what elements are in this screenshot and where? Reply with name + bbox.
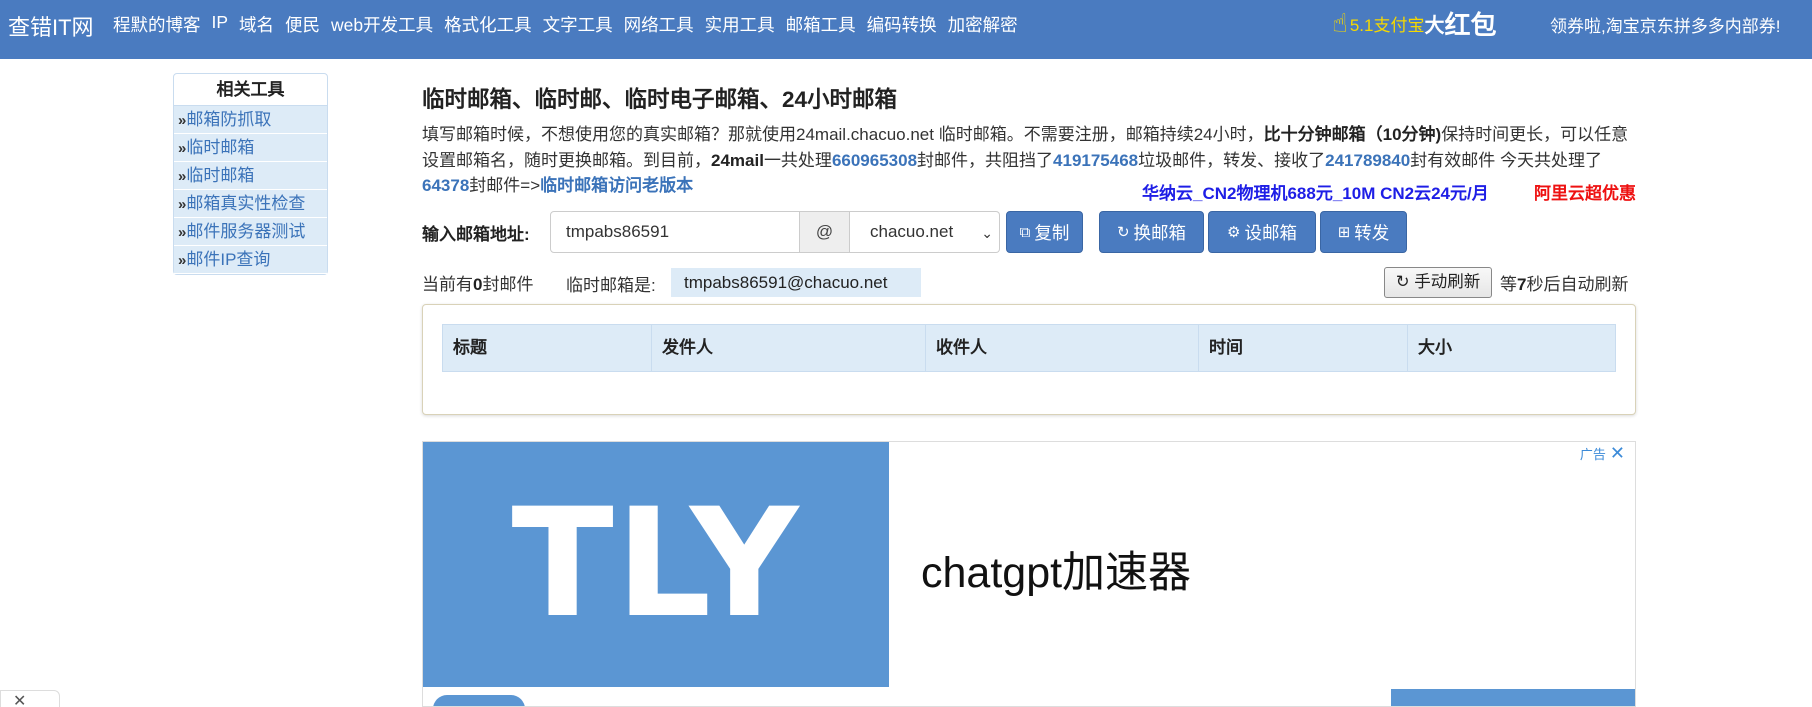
related-tools-sidebar: 相关工具 »邮箱防抓取 »临时邮箱 »临时邮箱 »邮箱真实性检查 »邮件服务器测… [173, 73, 328, 275]
ad-banner[interactable]: TLY chatgpt加速器 广告 ✕ [422, 441, 1636, 707]
sidebar-item-label[interactable]: 邮件服务器测试 [186, 222, 305, 241]
mail-count: 当前有0封邮件 [422, 270, 533, 295]
nav-link-utility[interactable]: 实用工具 [705, 12, 775, 37]
coupon-link[interactable]: 领券啦,淘宝京东拼多多内部券! [1550, 12, 1780, 37]
mail-list-panel: 标题 发件人 收件人 时间 大小 [422, 304, 1636, 415]
nav-link-convenience[interactable]: 便民 [285, 12, 320, 37]
sidebar-item-label[interactable]: 临时邮箱 [186, 166, 254, 185]
plus-square-icon: ⊞ [1337, 224, 1351, 241]
nav-link-domain[interactable]: 域名 [239, 12, 274, 37]
at-sign: @ [800, 211, 850, 253]
copy-button[interactable]: ⧉ 复制 [1006, 211, 1083, 253]
close-icon[interactable]: ✕ [1610, 443, 1625, 464]
aliyun-ad-link[interactable]: 阿里云超优惠 [1534, 179, 1636, 204]
nav-link-mail[interactable]: 邮箱工具 [786, 12, 856, 37]
desc-text: 填写邮箱时候，不想使用您的真实邮箱？那就使用24mail.chacuo.net … [422, 125, 1264, 144]
page-title: 临时邮箱、临时邮、临时电子邮箱、24小时邮箱 [422, 87, 898, 112]
promo-big-text: 红包 [1444, 9, 1497, 40]
sidebar-item-label[interactable]: 临时邮箱 [186, 138, 254, 157]
desc-text: 垃圾邮件，转发、接收了 [1138, 150, 1326, 170]
refresh-icon: ↻ [1395, 273, 1410, 291]
pointing-hand-icon: ☝ [1332, 8, 1348, 38]
nav-link-encoding[interactable]: 编码转换 [867, 12, 937, 37]
ad-bottom-block [1391, 689, 1635, 706]
main-content: 临时邮箱、临时邮、临时电子邮箱、24小时邮箱 填写邮箱时候，不想使用您的真实邮箱… [422, 82, 1636, 415]
desc-bold: 24mail [711, 150, 764, 170]
sidebar-heading: 相关工具 [174, 74, 327, 106]
count-prefix: 当前有 [422, 275, 473, 294]
top-nav-bar: 查错IT网 程默的博客 IP 域名 便民 web开发工具 格式化工具 文字工具 … [0, 0, 1812, 59]
temp-address-label: 临时邮箱是: [566, 276, 656, 295]
count-suffix: 封邮件 [482, 275, 534, 294]
ad-tag[interactable]: 广告 ✕ [1580, 443, 1625, 464]
copy-button-label: 复制 [1034, 222, 1070, 243]
change-mailbox-label: 换邮箱 [1133, 222, 1187, 243]
huana-ad-link[interactable]: 华纳云_CN2物理机688元_10M CN2云24元/月 [1142, 179, 1489, 204]
red-packet-promo[interactable]: ☝ 5.1支付宝 大 红包 [1332, 6, 1497, 40]
blocked-count: 419175468 [1053, 150, 1139, 170]
col-header-time[interactable]: 时间 [1199, 325, 1408, 371]
desc-text: 封邮件，共阻挡了 [917, 150, 1054, 170]
status-row: 当前有0封邮件 临时邮箱是: tmpabs86591@chacuo.net ↻ … [422, 265, 1636, 298]
nav-link-webdev[interactable]: web开发工具 [331, 12, 433, 37]
promo-small-text: 5.1支付宝 [1349, 15, 1425, 35]
col-header-subject[interactable]: 标题 [443, 325, 652, 371]
nav-links: 程默的博客 IP 域名 便民 web开发工具 格式化工具 文字工具 网络工具 实… [113, 12, 1029, 37]
nav-link-network[interactable]: 网络工具 [624, 12, 694, 37]
col-header-recipient[interactable]: 收件人 [926, 325, 1199, 371]
domain-select-value: chacuo.net [870, 222, 954, 241]
mail-table-header: 标题 发件人 收件人 时间 大小 [442, 324, 1616, 372]
auto-suffix: 秒后自动刷新 [1526, 275, 1629, 294]
gear-icon: ⚙ [1227, 224, 1241, 241]
auto-prefix: 等 [1500, 275, 1517, 294]
valid-count: 241789840 [1325, 150, 1411, 170]
email-input-group: tmpabs86591 @ chacuo.net ⌄ [550, 211, 1000, 253]
change-mailbox-button[interactable]: ↻ 换邮箱 [1099, 211, 1204, 253]
sidebar-item-mail-ip-lookup[interactable]: »邮件IP查询 [174, 246, 327, 274]
sidebar-item-label[interactable]: 邮箱防抓取 [186, 110, 271, 129]
sidebar-item-label[interactable]: 邮件IP查询 [186, 250, 270, 269]
promo-mid-text: 大 [1424, 14, 1445, 37]
corner-close-button[interactable]: ✕ [0, 690, 60, 707]
close-icon: ✕ [13, 693, 27, 707]
manual-refresh-button[interactable]: ↻ 手动刷新 [1384, 267, 1492, 298]
sidebar-item-temp-mail-1[interactable]: »临时邮箱 [174, 134, 327, 162]
nav-link-text[interactable]: 文字工具 [543, 12, 613, 37]
copy-icon: ⧉ [1019, 223, 1031, 241]
text-ads-row: 华纳云_CN2物理机688元_10M CN2云24元/月 阿里云超优惠 [422, 179, 1636, 204]
col-header-sender[interactable]: 发件人 [652, 325, 926, 371]
col-header-size[interactable]: 大小 [1408, 325, 1615, 371]
chevron-down-icon: ⌄ [981, 225, 993, 241]
sidebar-item-temp-mail-2[interactable]: »临时邮箱 [174, 162, 327, 190]
manual-refresh-label: 手动刷新 [1414, 273, 1481, 291]
email-username-input[interactable]: tmpabs86591 [550, 211, 800, 253]
nav-link-format[interactable]: 格式化工具 [444, 12, 532, 37]
processed-count: 660965308 [831, 150, 918, 170]
forward-button[interactable]: ⊞ 转发 [1320, 211, 1407, 253]
email-input-label: 输入邮箱地址: [422, 224, 530, 244]
set-mailbox-button[interactable]: ⚙ 设邮箱 [1208, 211, 1316, 253]
desc-text: 一共处理 [763, 150, 832, 170]
ad-bottom-pill [433, 695, 525, 706]
nav-link-blog[interactable]: 程默的博客 [113, 12, 201, 37]
refresh-icon: ↻ [1116, 224, 1130, 241]
email-input-row: 输入邮箱地址: tmpabs86591 @ chacuo.net ⌄ ⧉ 复制 ↻ 换… [422, 211, 1407, 253]
set-mailbox-label: 设邮箱 [1244, 222, 1297, 243]
auto-refresh-countdown: 等7秒后自动刷新 [1500, 270, 1628, 295]
nav-link-crypto[interactable]: 加密解密 [948, 12, 1018, 37]
site-brand[interactable]: 查错IT网 [8, 10, 94, 42]
ad-logo: TLY [423, 442, 889, 687]
domain-select[interactable]: chacuo.net ⌄ [850, 211, 1000, 253]
desc-bold: 比十分钟邮箱（10分钟) [1263, 125, 1442, 144]
forward-label: 转发 [1354, 222, 1390, 243]
nav-link-ip[interactable]: IP [212, 12, 229, 37]
ad-label: 广告 [1579, 447, 1606, 462]
sidebar-item-label[interactable]: 邮箱真实性检查 [186, 194, 305, 213]
sidebar-item-mail-server-test[interactable]: »邮件服务器测试 [174, 218, 327, 246]
temp-address-value[interactable]: tmpabs86591@chacuo.net [671, 268, 921, 297]
sidebar-item-email-verify[interactable]: »邮箱真实性检查 [174, 190, 327, 218]
sidebar-item-email-antiscrape[interactable]: »邮箱防抓取 [174, 106, 327, 134]
desc-text: 封有效邮件 今天共处理了 [1410, 150, 1602, 170]
ad-headline: chatgpt加速器 [921, 549, 1192, 597]
